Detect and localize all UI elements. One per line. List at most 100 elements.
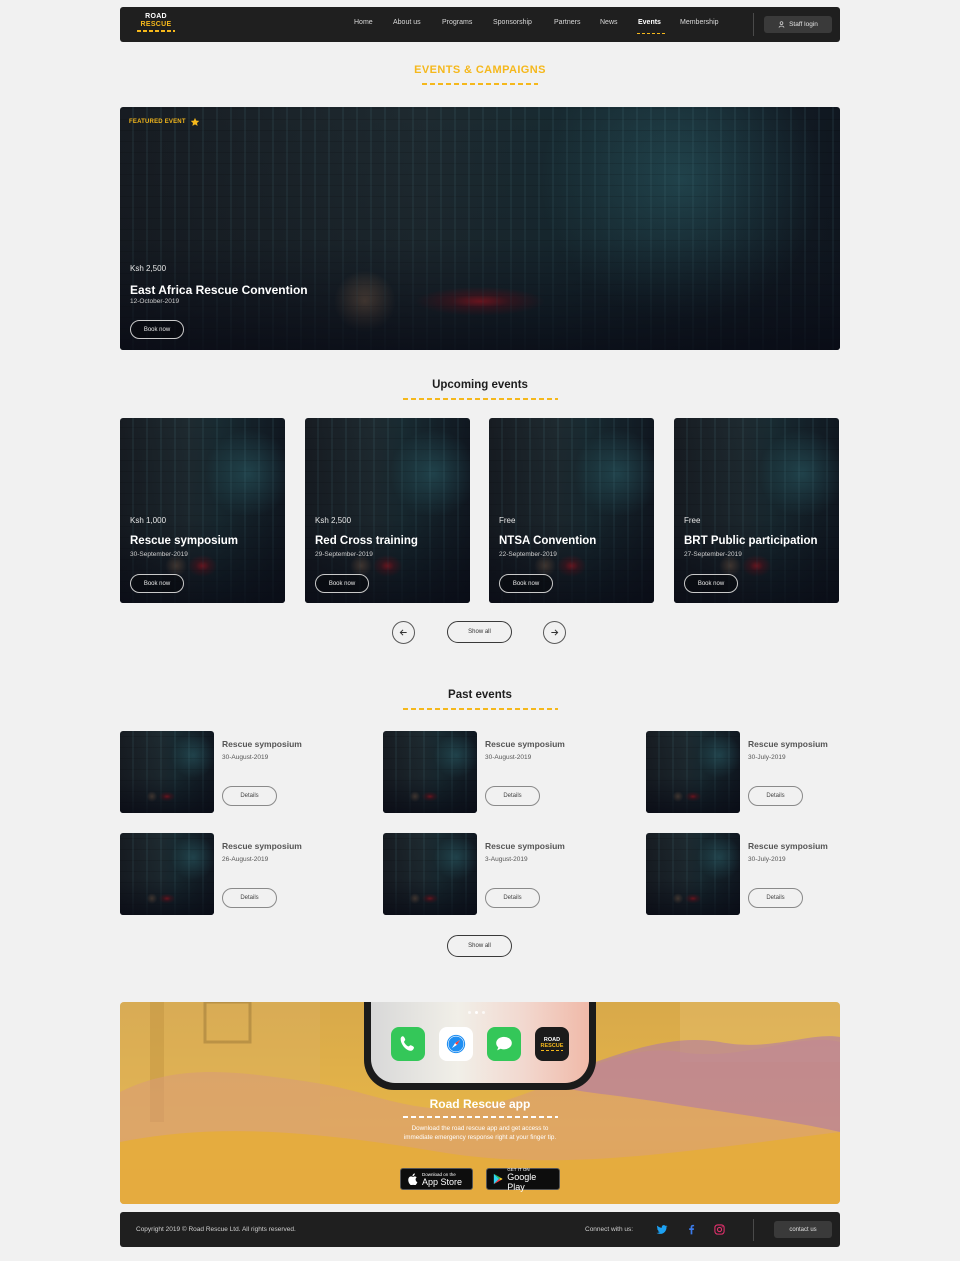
event-card[interactable]: Free BRT Public participation 27-Septemb… xyxy=(674,418,839,603)
staff-login-button[interactable]: Staff login xyxy=(764,16,832,33)
past-event-item: Rescue symposium 30-July-2019 Details xyxy=(646,731,846,813)
upcoming-title-underline xyxy=(403,398,558,400)
arrow-left-icon xyxy=(399,629,407,636)
nav-home[interactable]: Home xyxy=(354,19,373,26)
logo-line-2: RESCUE xyxy=(140,21,172,28)
page-title-underline xyxy=(422,83,538,85)
event-card-price: Ksh 2,500 xyxy=(315,516,352,525)
details-button[interactable]: Details xyxy=(485,786,540,806)
upcoming-events-title: Upcoming events xyxy=(432,379,528,391)
past-event-item: Rescue symposium 30-July-2019 Details xyxy=(646,833,846,915)
thumbnail-overlay xyxy=(120,833,214,915)
event-card-price: Ksh 1,000 xyxy=(130,516,167,525)
book-now-button[interactable]: Book now xyxy=(684,574,738,593)
app-banner-title: Road Rescue app xyxy=(429,1097,531,1111)
phone-app-icon xyxy=(391,1027,425,1061)
past-event-date: 3-August-2019 xyxy=(485,856,528,863)
past-event-title: Rescue symposium xyxy=(222,841,302,851)
details-button[interactable]: Details xyxy=(748,888,803,908)
nav-divider xyxy=(753,13,754,36)
details-button[interactable]: Details xyxy=(222,786,277,806)
footer-divider xyxy=(753,1219,754,1241)
book-now-button[interactable]: Book now xyxy=(315,574,369,593)
compass-icon xyxy=(446,1034,466,1054)
nav-partners[interactable]: Partners xyxy=(554,19,580,26)
past-event-title: Rescue symposium xyxy=(748,739,828,749)
event-card-title: Red Cross training xyxy=(315,535,418,547)
user-icon xyxy=(778,21,785,28)
past-event-thumbnail[interactable] xyxy=(383,731,477,813)
messages-app-icon xyxy=(487,1027,521,1061)
app-title-underline xyxy=(403,1116,558,1118)
app-icon-label-2: RESCUE xyxy=(540,1042,564,1049)
event-card-price: Free xyxy=(684,516,701,525)
star-icon xyxy=(190,117,199,126)
page-title: EVENTS & CAMPAIGNS xyxy=(414,64,546,76)
past-event-thumbnail[interactable] xyxy=(646,731,740,813)
google-play-icon xyxy=(493,1173,503,1185)
featured-event-banner[interactable]: FEATURED EVENT Ksh 2,500 East Africa Res… xyxy=(120,107,840,350)
phone-icon xyxy=(400,1036,414,1051)
past-event-thumbnail[interactable] xyxy=(646,833,740,915)
contact-us-button[interactable]: contact us xyxy=(774,1221,832,1238)
past-event-item: Rescue symposium 3-August-2019 Details xyxy=(383,833,583,915)
arrow-right-icon xyxy=(551,629,559,636)
featured-event-image xyxy=(120,107,840,350)
featured-event-label: FEATURED EVENT xyxy=(129,117,200,127)
connect-label: Connect with us: xyxy=(585,1226,634,1233)
details-button[interactable]: Details xyxy=(748,786,803,806)
past-event-title: Rescue symposium xyxy=(485,739,565,749)
google-play-text: GET IT ON Google Play xyxy=(507,1167,553,1192)
safari-app-icon xyxy=(439,1027,473,1061)
instagram-icon[interactable] xyxy=(713,1223,726,1236)
upcoming-show-all-button[interactable]: Show all xyxy=(447,621,512,643)
apple-icon xyxy=(408,1173,418,1185)
google-play-button[interactable]: GET IT ON Google Play xyxy=(486,1167,560,1192)
event-card-date: 29-September-2019 xyxy=(315,551,373,558)
top-navbar: ROAD RESCUE Home About us Programs Spons… xyxy=(120,7,840,42)
thumbnail-overlay xyxy=(120,731,214,813)
carousel-prev-button[interactable] xyxy=(392,621,415,644)
nav-events[interactable]: Events xyxy=(637,19,665,34)
nav-news[interactable]: News xyxy=(600,19,618,26)
nav-programs[interactable]: Programs xyxy=(442,19,472,26)
past-event-item: Rescue symposium 30-August-2019 Details xyxy=(120,731,320,813)
past-event-title: Rescue symposium xyxy=(748,841,828,851)
twitter-icon[interactable] xyxy=(655,1223,668,1236)
nav-sponsorship[interactable]: Sponsorship xyxy=(493,19,532,26)
staff-login-label: Staff login xyxy=(789,21,818,28)
past-event-date: 30-August-2019 xyxy=(485,754,532,761)
past-event-thumbnail[interactable] xyxy=(120,731,214,813)
google-play-big: Google Play xyxy=(507,1171,537,1192)
past-event-thumbnail[interactable] xyxy=(120,833,214,915)
book-now-button[interactable]: Book now xyxy=(499,574,553,593)
event-card-date: 30-September-2019 xyxy=(130,551,188,558)
book-now-button[interactable]: Book now xyxy=(130,574,184,593)
carousel-next-button[interactable] xyxy=(543,621,566,644)
app-banner-description: Download the road rescue app and get acc… xyxy=(403,1125,557,1141)
event-card[interactable]: Ksh 2,500 Red Cross training 29-Septembe… xyxy=(305,418,470,603)
logo-line-1: ROAD xyxy=(145,13,167,20)
featured-event-price: Ksh 2,500 xyxy=(130,264,167,273)
page-dots xyxy=(468,1011,485,1014)
past-title-underline xyxy=(403,708,558,710)
past-event-item: Rescue symposium 26-August-2019 Details xyxy=(120,833,320,915)
thumbnail-overlay xyxy=(646,833,740,915)
copyright-text: Copyright 2019 © Road Rescue Ltd. All ri… xyxy=(136,1226,296,1233)
past-event-item: Rescue symposium 30-August-2019 Details xyxy=(383,731,583,813)
past-show-all-button[interactable]: Show all xyxy=(447,935,512,957)
facebook-icon[interactable] xyxy=(685,1223,698,1236)
event-card[interactable]: Ksh 1,000 Rescue symposium 30-September-… xyxy=(120,418,285,603)
app-store-button[interactable]: Download on the App Store xyxy=(400,1168,473,1190)
past-event-thumbnail[interactable] xyxy=(383,833,477,915)
featured-book-now-button[interactable]: Book now xyxy=(130,320,184,339)
nav-about-us[interactable]: About us xyxy=(393,19,421,26)
details-button[interactable]: Details xyxy=(485,888,540,908)
details-button[interactable]: Details xyxy=(222,888,277,908)
event-card-date: 22-September-2019 xyxy=(499,551,557,558)
road-rescue-logo[interactable]: ROAD RESCUE xyxy=(136,13,176,37)
message-bubble-icon xyxy=(496,1036,512,1051)
event-card-title: BRT Public participation xyxy=(684,535,818,547)
nav-membership[interactable]: Membership xyxy=(680,19,719,26)
event-card[interactable]: Free NTSA Convention 22-September-2019 B… xyxy=(489,418,654,603)
